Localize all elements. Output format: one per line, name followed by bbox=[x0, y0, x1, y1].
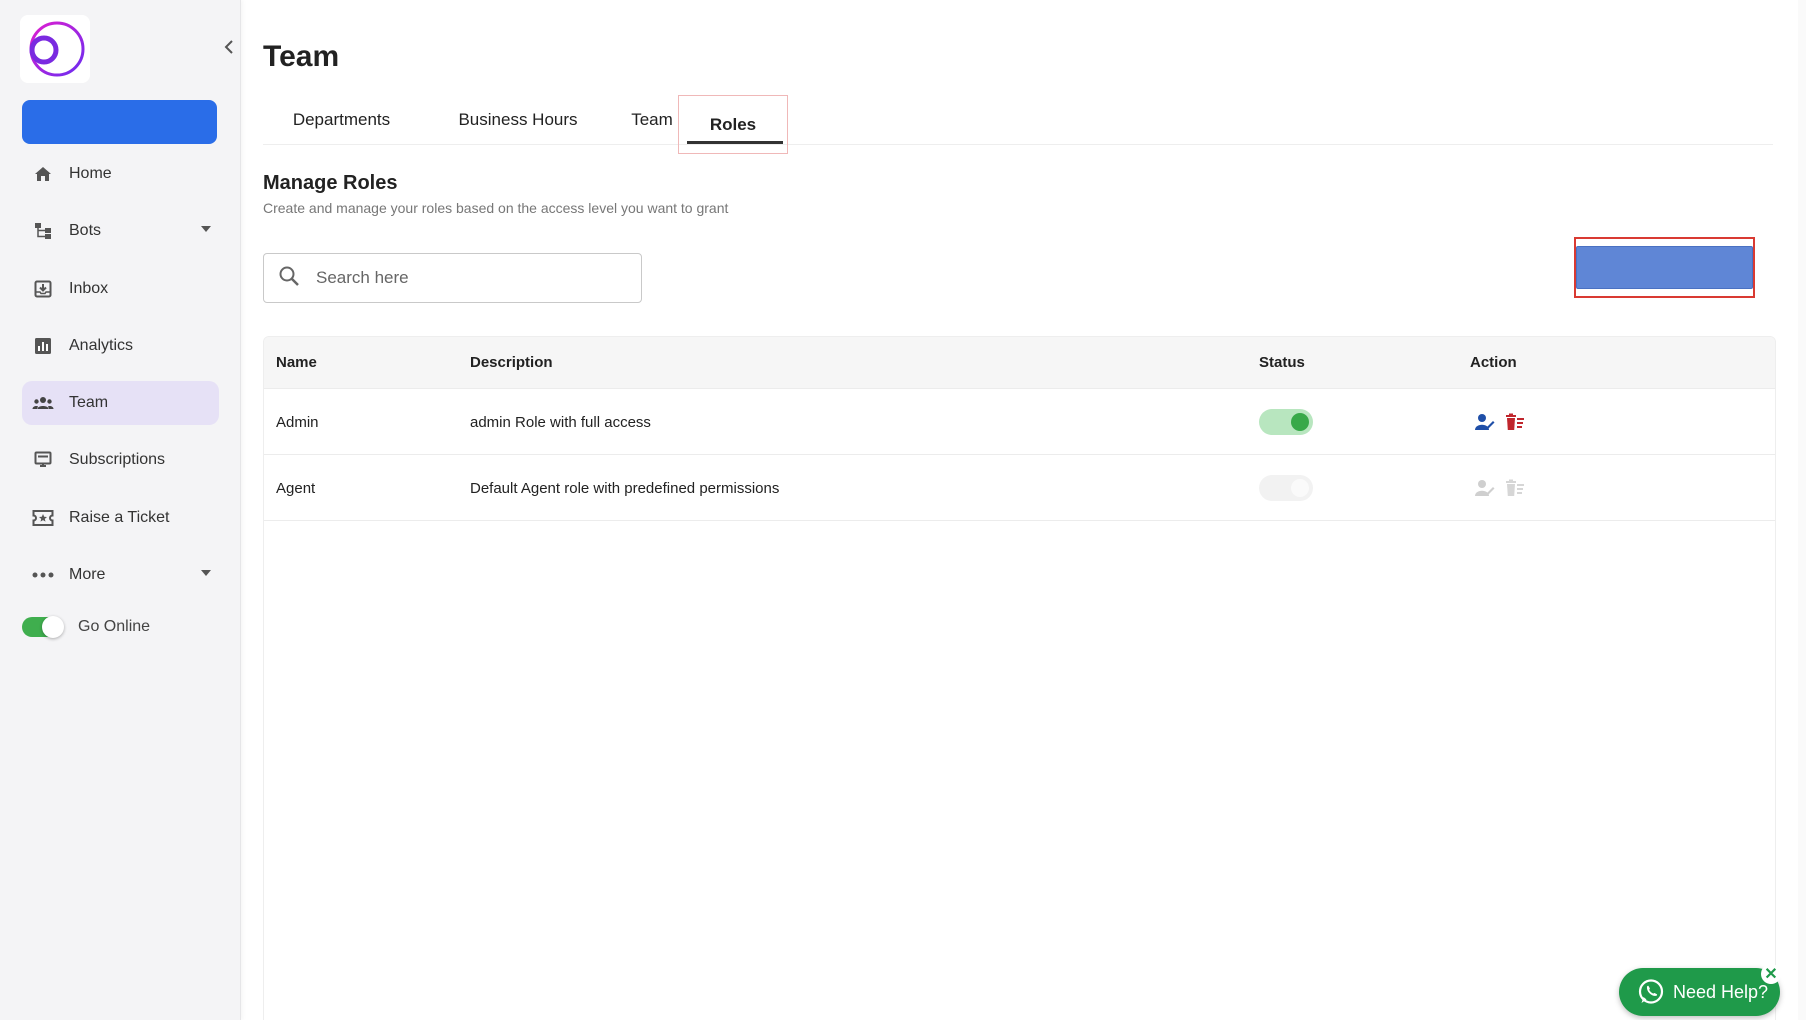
edit-permissions-icon bbox=[1474, 477, 1496, 499]
sidebar-item-label: Subscriptions bbox=[69, 451, 166, 469]
team-icon bbox=[32, 392, 54, 414]
sidebar-item-label: Raise a Ticket bbox=[69, 508, 170, 526]
status-cell bbox=[1259, 455, 1313, 521]
sidebar-item-analytics[interactable]: Analytics bbox=[22, 324, 219, 368]
column-header-status: Status bbox=[1259, 354, 1305, 371]
search-icon bbox=[278, 265, 300, 292]
ticket-icon bbox=[32, 507, 54, 529]
delete-icon[interactable] bbox=[1504, 411, 1526, 433]
column-header-action: Action bbox=[1470, 354, 1517, 371]
close-icon[interactable]: ✕ bbox=[1761, 964, 1781, 984]
section-subtitle: Create and manage your roles based on th… bbox=[263, 200, 729, 216]
sidebar-item-bots[interactable]: Bots bbox=[22, 209, 219, 253]
home-icon bbox=[32, 163, 54, 185]
more-icon bbox=[32, 564, 54, 586]
search-input[interactable] bbox=[316, 268, 616, 288]
role-description: admin Role with full access bbox=[470, 413, 651, 431]
role-name: Admin bbox=[276, 413, 319, 431]
whatsapp-icon bbox=[1637, 978, 1665, 1006]
inbox-icon bbox=[32, 278, 54, 300]
bots-icon bbox=[32, 220, 54, 242]
go-online-label: Go Online bbox=[78, 618, 151, 635]
sidebar-item-label: Team bbox=[69, 394, 109, 412]
chevron-down-icon[interactable] bbox=[201, 570, 211, 577]
status-cell bbox=[1259, 389, 1313, 455]
sidebar-item-team[interactable]: Team bbox=[22, 381, 219, 426]
subscriptions-icon bbox=[32, 449, 54, 471]
delete-icon bbox=[1504, 477, 1526, 499]
active-tab-indicator bbox=[687, 141, 783, 144]
tab-business-hours[interactable]: Business Hours bbox=[438, 95, 598, 145]
sidebar-item-raise-ticket[interactable]: Raise a Ticket bbox=[22, 496, 219, 540]
section-title: Manage Roles bbox=[263, 172, 398, 194]
main-content: Team Departments Business Hours Team Rol… bbox=[263, 0, 1806, 1020]
sidebar-item-label: Analytics bbox=[69, 336, 134, 354]
status-toggle bbox=[1259, 475, 1313, 501]
sidebar-item-inbox[interactable]: Inbox bbox=[22, 267, 219, 311]
search-box bbox=[263, 253, 642, 303]
tab-departments[interactable]: Departments bbox=[263, 95, 420, 145]
status-toggle[interactable] bbox=[1259, 409, 1313, 435]
tab-bar: Departments Business Hours Team Roles bbox=[263, 95, 1773, 154]
sidebar-item-label: Bots bbox=[69, 222, 102, 240]
sidebar-item-subscriptions[interactable]: Subscriptions bbox=[22, 438, 219, 482]
need-help-button[interactable]: Need Help? bbox=[1619, 968, 1780, 1016]
tab-label: Business Hours bbox=[458, 110, 578, 129]
logo-ring-icon bbox=[29, 21, 85, 77]
sidebar-item-label: More bbox=[69, 566, 106, 584]
add-role-button-highlight bbox=[1574, 237, 1755, 298]
primary-action-button[interactable] bbox=[22, 100, 217, 144]
sidebar-item-more[interactable]: More bbox=[22, 553, 219, 597]
add-role-button[interactable] bbox=[1576, 246, 1753, 289]
analytics-icon bbox=[32, 335, 54, 357]
table-row: Agent Default Agent role with predefined… bbox=[264, 455, 1775, 521]
tab-label: Team bbox=[631, 110, 673, 129]
action-cell bbox=[1474, 455, 1534, 521]
column-header-name: Name bbox=[276, 354, 317, 371]
tab-label: Roles bbox=[709, 114, 757, 134]
table-header-row: Name Description Status Action bbox=[264, 337, 1775, 389]
sidebar: Home Bots Inbox Analytics Team Subscript… bbox=[0, 0, 241, 1020]
page-title: Team bbox=[263, 40, 340, 73]
sidebar-nav: Home Bots Inbox Analytics Team Subscript… bbox=[22, 152, 219, 610]
tab-roles[interactable]: Roles bbox=[678, 95, 788, 154]
table-row: Admin admin Role with full access bbox=[264, 389, 1775, 455]
need-help-label: Need Help? bbox=[1673, 981, 1769, 1002]
page-scrollbar[interactable] bbox=[1798, 0, 1806, 1020]
role-name: Agent bbox=[276, 479, 316, 497]
sidebar-item-label: Home bbox=[69, 165, 112, 182]
sidebar-item-home[interactable]: Home bbox=[22, 152, 219, 196]
collapse-sidebar-icon[interactable] bbox=[220, 36, 238, 58]
chevron-down-icon[interactable] bbox=[201, 226, 211, 233]
edit-permissions-icon[interactable] bbox=[1474, 411, 1496, 433]
go-online-switch[interactable] bbox=[22, 616, 64, 638]
action-cell bbox=[1474, 389, 1534, 455]
sidebar-item-label: Inbox bbox=[69, 279, 109, 297]
tab-label: Departments bbox=[292, 110, 391, 129]
roles-table: Name Description Status Action Admin adm… bbox=[263, 336, 1776, 1020]
column-header-description: Description bbox=[470, 354, 553, 371]
role-description: Default Agent role with predefined permi… bbox=[470, 479, 780, 497]
go-online-toggle-row: Go Online bbox=[22, 616, 151, 638]
app-logo[interactable] bbox=[20, 15, 90, 83]
